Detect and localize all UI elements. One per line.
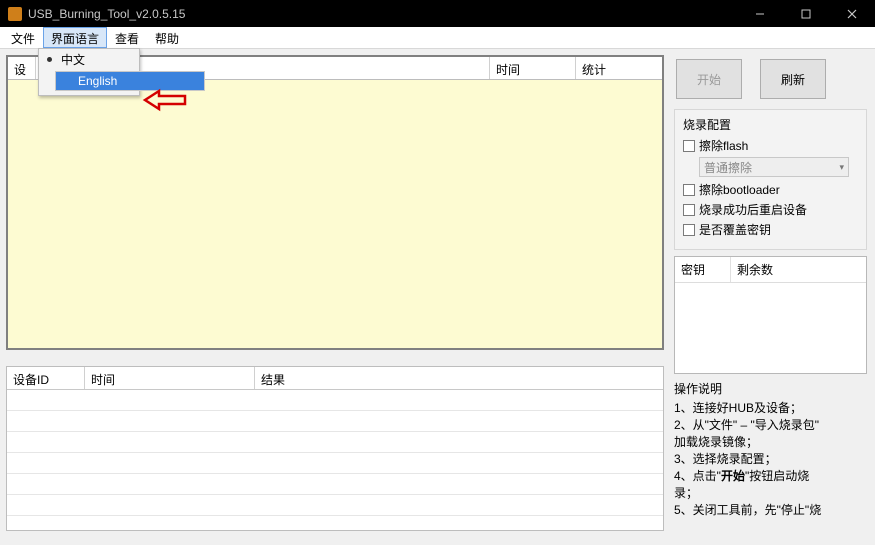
upper-table-body	[8, 80, 662, 348]
menu-view[interactable]: 查看	[107, 27, 147, 48]
checkbox-icon	[683, 184, 695, 196]
instruction-line: 3、选择烧录配置；	[674, 450, 867, 467]
lower-table-header: 设备ID 时间 结果	[7, 367, 663, 390]
header-stat: 统计	[576, 57, 662, 79]
instruction-line: 录；	[674, 484, 867, 501]
menu-bar: 文件 界面语言 查看 帮助 中文 English	[0, 27, 875, 49]
title-bar: USB_Burning_Tool_v2.0.5.15	[0, 0, 875, 27]
instruction-line: 5、关闭工具前，先"停止"烧	[674, 501, 867, 518]
header-device-id: 设备ID	[7, 367, 85, 389]
header-device: 设	[8, 57, 36, 79]
t: 5、关闭工具前，先"停止"烧	[674, 503, 821, 517]
opt-reboot[interactable]: 烧录成功后重启设备	[683, 201, 858, 218]
checkbox-icon	[683, 140, 695, 152]
key-table: 密钥 剩余数	[674, 256, 867, 374]
menu-file[interactable]: 文件	[3, 27, 43, 48]
checkbox-icon	[683, 224, 695, 236]
erase-mode-value: 普通擦除	[704, 159, 752, 176]
config-title: 烧录配置	[683, 116, 858, 133]
table-row	[7, 495, 663, 516]
instruction-line: 2、从"文件" – "导入烧录包"	[674, 416, 867, 433]
chevron-down-icon: ▾	[839, 162, 844, 173]
label-erase-flash: 擦除flash	[699, 137, 748, 154]
key-header-remain: 剩余数	[731, 257, 779, 282]
language-label-english: English	[78, 74, 117, 88]
annotation-arrow-icon	[145, 89, 189, 114]
language-option-chinese[interactable]: 中文	[39, 49, 139, 69]
table-row	[7, 474, 663, 495]
t: 4、点击"	[674, 469, 721, 483]
key-table-header: 密钥 剩余数	[675, 257, 866, 283]
instruction-line: 加载烧录镜像；	[674, 433, 867, 450]
label-override-key: 是否覆盖密钥	[699, 221, 771, 238]
t: "按钮启动烧	[745, 469, 809, 483]
window-title: USB_Burning_Tool_v2.0.5.15	[28, 7, 737, 21]
instruction-line: 1、连接好HUB及设备；	[674, 399, 867, 416]
header-result: 结果	[255, 367, 663, 389]
table-row	[7, 411, 663, 432]
opt-erase-flash[interactable]: 擦除flash	[683, 137, 858, 154]
app-icon	[8, 7, 22, 21]
maximize-button[interactable]	[783, 0, 829, 27]
label-reboot: 烧录成功后重启设备	[699, 201, 807, 218]
table-row	[7, 390, 663, 411]
checkbox-icon	[683, 204, 695, 216]
table-row	[7, 432, 663, 453]
lower-table-body	[7, 390, 663, 530]
erase-mode-select[interactable]: 普通擦除 ▾	[699, 157, 849, 177]
key-header-key: 密钥	[675, 257, 731, 282]
label-erase-boot: 擦除bootloader	[699, 181, 780, 198]
minimize-button[interactable]	[737, 0, 783, 27]
refresh-button[interactable]: 刷新	[760, 59, 826, 99]
language-option-english[interactable]: English	[55, 71, 205, 91]
close-button[interactable]	[829, 0, 875, 27]
table-row	[7, 453, 663, 474]
button-row: 开始 刷新	[674, 55, 867, 103]
t: 开始	[721, 469, 745, 483]
language-label-chinese: 中文	[61, 51, 85, 68]
bullet-icon	[47, 57, 52, 62]
header-time: 时间	[490, 57, 576, 79]
burn-config-panel: 烧录配置 擦除flash 普通擦除 ▾ 擦除bootloader 烧录成功后重启…	[674, 109, 867, 250]
opt-override-key[interactable]: 是否覆盖密钥	[683, 221, 858, 238]
start-button[interactable]: 开始	[676, 59, 742, 99]
upper-table: 设 时间 统计	[6, 55, 664, 350]
instructions-title: 操作说明	[674, 380, 867, 397]
lower-table: 设备ID 时间 结果	[6, 366, 664, 531]
opt-erase-bootloader[interactable]: 擦除bootloader	[683, 181, 858, 198]
instruction-line: 4、点击"开始"按钮启动烧	[674, 467, 867, 484]
header-time2: 时间	[85, 367, 255, 389]
instructions-panel: 操作说明 1、连接好HUB及设备； 2、从"文件" – "导入烧录包" 加载烧录…	[674, 380, 867, 518]
language-dropdown: 中文 English	[38, 48, 140, 96]
menu-help[interactable]: 帮助	[147, 27, 187, 48]
menu-language[interactable]: 界面语言	[43, 27, 107, 48]
